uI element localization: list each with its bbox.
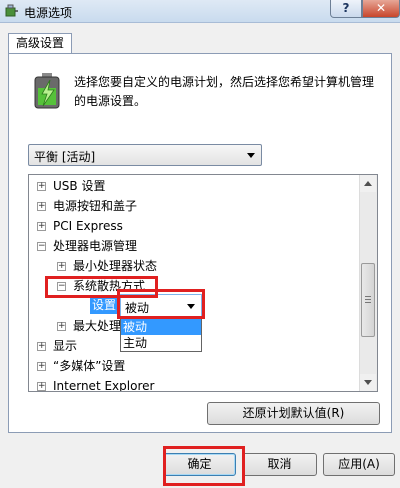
tree-item-label: USB 设置: [53, 179, 106, 193]
tree-item-label: PCI Express: [53, 219, 123, 233]
expand-icon[interactable]: +: [37, 362, 46, 371]
scroll-thumb[interactable]: [361, 263, 375, 337]
expand-icon[interactable]: +: [37, 222, 46, 231]
grip-line: [365, 299, 371, 300]
expand-icon[interactable]: +: [37, 342, 46, 351]
ok-button[interactable]: 确定: [163, 453, 236, 476]
grip-line: [365, 296, 371, 297]
cooling-policy-value: 被动: [125, 301, 150, 315]
tree-scrollbar[interactable]: [359, 175, 377, 391]
option-active[interactable]: 主动: [121, 335, 201, 351]
title-bar: 电源选项 ? ✕: [0, 0, 400, 23]
expand-icon[interactable]: +: [37, 182, 46, 191]
tree-item-label: 处理器电源管理: [53, 239, 138, 253]
arrow-up-icon: [364, 181, 372, 186]
cancel-button[interactable]: 取消: [242, 453, 317, 476]
power-plan-value: 平衡 [活动]: [34, 150, 96, 164]
cooling-policy-options[interactable]: 被动 主动: [120, 318, 202, 352]
apply-button[interactable]: 应用(A): [323, 453, 395, 476]
settings-tree[interactable]: + USB 设置 + 电源按钮和盖子 + PCI Express − 处理器电源…: [28, 174, 378, 392]
arrow-down-icon: [364, 380, 372, 385]
restore-defaults-button[interactable]: 还原计划默认值(R): [207, 402, 380, 425]
collapse-icon[interactable]: −: [57, 282, 66, 291]
option-passive[interactable]: 被动: [121, 319, 201, 335]
tree-item-label: 最大处理: [73, 319, 122, 333]
scroll-up-button[interactable]: [360, 175, 376, 192]
expand-icon[interactable]: +: [37, 382, 46, 391]
tab-advanced-settings[interactable]: 高级设置: [8, 33, 72, 54]
tree-item-label: 最小处理器状态: [73, 259, 158, 273]
cooling-policy-select[interactable]: 被动: [120, 294, 202, 318]
power-options-icon: [5, 4, 18, 17]
collapse-icon[interactable]: −: [37, 242, 46, 251]
window-title: 电源选项: [24, 6, 73, 20]
expand-icon[interactable]: +: [37, 202, 46, 211]
grip-line: [365, 302, 371, 303]
power-plan-select[interactable]: 平衡 [活动]: [28, 144, 262, 166]
close-button[interactable]: ✕: [362, 0, 400, 18]
expand-icon[interactable]: +: [57, 262, 66, 271]
tree-item-label: 显示: [53, 339, 78, 353]
help-button[interactable]: ?: [330, 0, 362, 18]
setting-label: 设置: [90, 296, 119, 314]
tree-item-label: 电源按钮和盖子: [53, 199, 138, 213]
battery-icon: [34, 73, 60, 109]
tree-item-label: Internet Explorer: [53, 379, 155, 392]
chevron-down-icon: [247, 153, 255, 158]
description-text: 选择您要自定义的电源计划，然后选择您希望计算机管理的电源设置。: [74, 75, 375, 108]
chevron-down-icon: [187, 304, 195, 309]
tree-item-label: “多媒体”设置: [53, 359, 126, 373]
expand-icon[interactable]: +: [57, 322, 66, 331]
scroll-down-button[interactable]: [360, 374, 376, 391]
tree-item-label: 系统散热方式: [73, 279, 146, 293]
